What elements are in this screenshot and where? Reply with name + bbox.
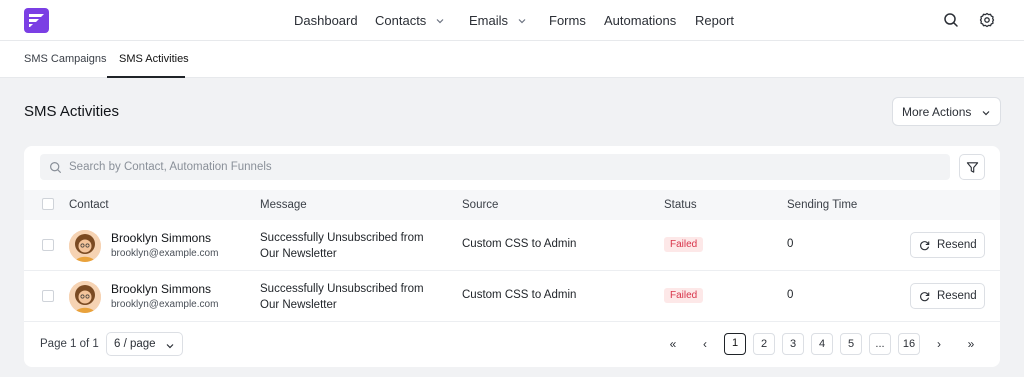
per-page-value: 6 / page [114, 338, 156, 350]
avatar [69, 281, 101, 313]
logo-icon [29, 14, 44, 27]
active-tab-indicator [107, 76, 185, 78]
chevron-down-icon [982, 111, 990, 116]
contact-name[interactable]: Brooklyn Simmons [111, 231, 211, 245]
avatar [69, 230, 101, 262]
status-badge: Failed [664, 288, 704, 303]
nav-report[interactable]: Report [695, 13, 734, 28]
chevron-down-icon [436, 18, 444, 23]
nav-dashboard[interactable]: Dashboard [294, 13, 358, 28]
nav-dashboard-label: Dashboard [294, 13, 358, 28]
status-badge: Failed [664, 237, 704, 252]
nav-report-label: Report [695, 13, 735, 28]
column-header-sending-time: Sending Time [787, 199, 858, 211]
page-button-5[interactable]: 5 [840, 333, 862, 355]
nav-emails-label: Emails [469, 13, 509, 28]
table-header: Contact Message Source Status Sending Ti… [24, 190, 1000, 220]
select-all-checkbox[interactable] [42, 198, 54, 210]
refresh-icon [920, 241, 930, 251]
avatar-image [69, 281, 101, 313]
chevron-down-icon [518, 18, 526, 23]
search-input[interactable] [69, 161, 929, 173]
more-actions-button[interactable]: More Actions [892, 97, 1001, 126]
column-header-message: Message [260, 199, 307, 211]
resend-button[interactable]: Resend [910, 232, 985, 258]
nav-forms-label: Forms [549, 13, 586, 28]
nav-contacts-label: Contacts [375, 13, 427, 28]
contact-name[interactable]: Brooklyn Simmons [111, 282, 211, 296]
page-ellipsis[interactable]: ... [869, 333, 891, 355]
resend-label: Resend [937, 239, 977, 251]
nav-automations-label: Automations [604, 13, 677, 28]
nav-automations[interactable]: Automations [604, 13, 676, 28]
nav-forms[interactable]: Forms [549, 13, 586, 28]
prev-page-button[interactable]: ‹ [697, 333, 713, 355]
next-page-button[interactable]: › [931, 333, 947, 355]
resend-label: Resend [937, 290, 977, 302]
sending-time: 0 [787, 289, 794, 301]
table-row: Brooklyn Simmons brooklyn@example.com Su… [24, 271, 1000, 322]
resend-button[interactable]: Resend [910, 283, 985, 309]
activities-card: Contact Message Source Status Sending Ti… [24, 146, 1000, 367]
app-logo[interactable] [24, 8, 49, 33]
tab-sms-campaigns[interactable]: SMS Campaigns [24, 53, 107, 65]
nav-emails[interactable]: Emails [469, 13, 526, 28]
filter-icon [966, 162, 979, 173]
gear-icon[interactable] [979, 12, 995, 28]
table-row: Brooklyn Simmons brooklyn@example.com Su… [24, 220, 1000, 271]
column-header-source: Source [462, 199, 499, 211]
page-button-1[interactable]: 1 [724, 333, 746, 355]
message-text: Successfully Unsubscribed from Our Newsl… [260, 232, 424, 260]
filter-button[interactable] [959, 154, 985, 180]
page-button-4[interactable]: 4 [811, 333, 833, 355]
last-page-button[interactable]: » [963, 333, 979, 355]
chevron-down-icon [166, 344, 174, 349]
page-button-2[interactable]: 2 [753, 333, 775, 355]
sending-time: 0 [787, 238, 794, 250]
page-title: SMS Activities [24, 103, 120, 120]
tab-sms-activities[interactable]: SMS Activities [119, 53, 189, 65]
sub-navigation: SMS Campaigns SMS Activities [0, 41, 1024, 78]
first-page-button[interactable]: « [665, 333, 681, 355]
page-info: Page 1 of 1 [40, 338, 99, 350]
top-navigation-bar: Dashboard Contacts Emails Forms Automati… [0, 0, 1024, 41]
page-button-3[interactable]: 3 [782, 333, 804, 355]
avatar-image [69, 230, 101, 262]
more-actions-label: More Actions [902, 104, 972, 119]
column-header-contact: Contact [69, 199, 109, 211]
refresh-icon [920, 292, 930, 302]
search-bar [40, 154, 950, 180]
page-button-16[interactable]: 16 [898, 333, 920, 355]
source-text: Custom CSS to Admin [462, 238, 577, 250]
nav-contacts[interactable]: Contacts [375, 13, 444, 28]
row-checkbox[interactable] [42, 239, 54, 251]
per-page-select[interactable]: 6 / page [106, 332, 183, 356]
column-header-status: Status [664, 199, 697, 211]
row-checkbox[interactable] [42, 290, 54, 302]
source-text: Custom CSS to Admin [462, 289, 577, 301]
contact-email: brooklyn@example.com [111, 248, 219, 259]
message-text: Successfully Unsubscribed from Our Newsl… [260, 283, 424, 311]
contact-email: brooklyn@example.com [111, 299, 219, 310]
search-icon [50, 161, 61, 173]
search-icon[interactable] [943, 12, 959, 28]
